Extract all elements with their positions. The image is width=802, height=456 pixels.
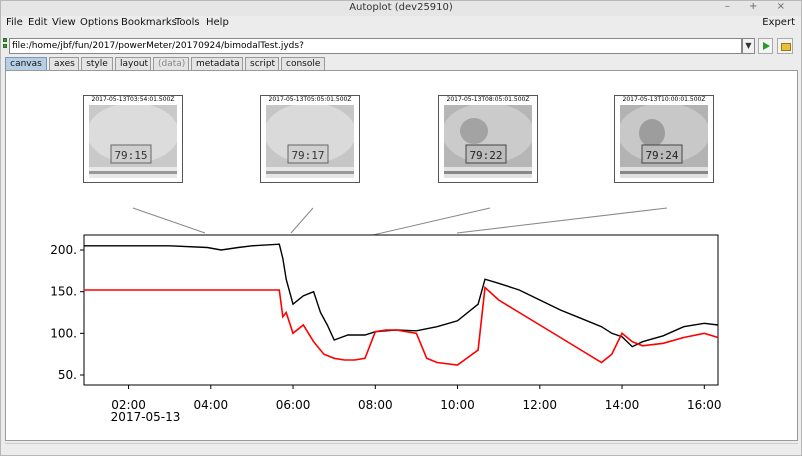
y-tick-label: 150. (50, 285, 77, 299)
thumbnail-connectors (132, 207, 668, 236)
series-line-red (84, 285, 719, 366)
y-tick-label: 50. (58, 368, 77, 382)
x-tick-label: 14:00 (605, 398, 640, 412)
x-tick-label: 16:00 (687, 398, 722, 412)
x-tick-label: 12:00 (522, 398, 557, 412)
x-tick-label: 10:00 (440, 398, 475, 412)
axes-layer: 50.100.150.200.02:00 04:00 06:00 08:00 10:00… (50, 243, 721, 424)
y-tick-label: 100. (50, 326, 77, 340)
x-tick-label: 04:00 (194, 398, 229, 412)
status-bar (5, 443, 798, 454)
app-window: Autoplot (dev25910) – + × File Edit View… (0, 0, 802, 456)
x-tick-label: 08:00 (358, 398, 393, 412)
y-tick-label: 200. (50, 243, 77, 257)
plot-area[interactable]: 50.100.150.200.02:00 04:00 06:00 08:00 10:00… (1, 1, 802, 456)
plot-frame (83, 234, 719, 386)
series-layer (84, 243, 719, 366)
x-tick-label: 06:00 (276, 398, 311, 412)
x-date-label: 2017-05-13 (111, 410, 181, 424)
